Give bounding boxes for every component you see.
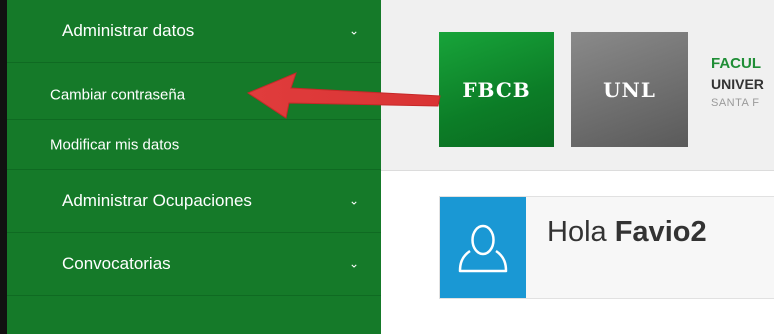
welcome-card: Hola Favio2 (439, 196, 774, 299)
greeting-text: Hola Favio2 (547, 216, 707, 249)
sidebar-item-convocatorias[interactable]: Convocatorias ⌄ (7, 233, 381, 296)
chevron-down-icon: ⌄ (348, 256, 359, 271)
submenu-item-label: Cambiar contraseña (50, 86, 186, 103)
main-content: FBCB UNL FACUL UNIVER SANTA F Hola Favio… (381, 0, 774, 334)
sidebar: Administrar datos ⌄ Cambiar contraseña M… (7, 0, 381, 334)
institution-line2: UNIVER (711, 76, 764, 92)
sidebar-item-label: Administrar Ocupaciones (62, 191, 252, 210)
chevron-down-icon: ⌄ (348, 23, 359, 38)
institution-line1: FACUL (711, 55, 761, 72)
greeting-hola: Hola (547, 216, 607, 248)
avatar (440, 197, 526, 298)
submenu-item-label: Modificar mis datos (50, 136, 180, 153)
institution-line3: SANTA F (711, 97, 760, 109)
fbcb-logo-text: FBCB (462, 77, 531, 102)
fbcb-logo[interactable]: FBCB (439, 32, 554, 147)
institution-name: FACUL UNIVER SANTA F (711, 55, 764, 110)
sidebar-item-administrar-datos[interactable]: Administrar datos ⌄ (7, 0, 381, 63)
user-icon (458, 224, 508, 273)
submenu-item-modificar-mis-datos[interactable]: Modificar mis datos (7, 120, 381, 170)
site-header: FBCB UNL FACUL UNIVER SANTA F (381, 0, 774, 171)
chevron-down-icon: ⌄ (348, 193, 359, 208)
username: Favio2 (614, 216, 707, 248)
window-left-edge (0, 0, 7, 334)
sidebar-item-administrar-ocupaciones[interactable]: Administrar Ocupaciones ⌄ (7, 170, 381, 233)
unl-logo[interactable]: UNL (571, 32, 688, 147)
sidebar-item-label: Convocatorias (62, 254, 171, 273)
submenu-item-cambiar-contrasena[interactable]: Cambiar contraseña (7, 70, 381, 120)
sidebar-item-label: Administrar datos (62, 21, 195, 40)
unl-logo-text: UNL (603, 77, 656, 102)
